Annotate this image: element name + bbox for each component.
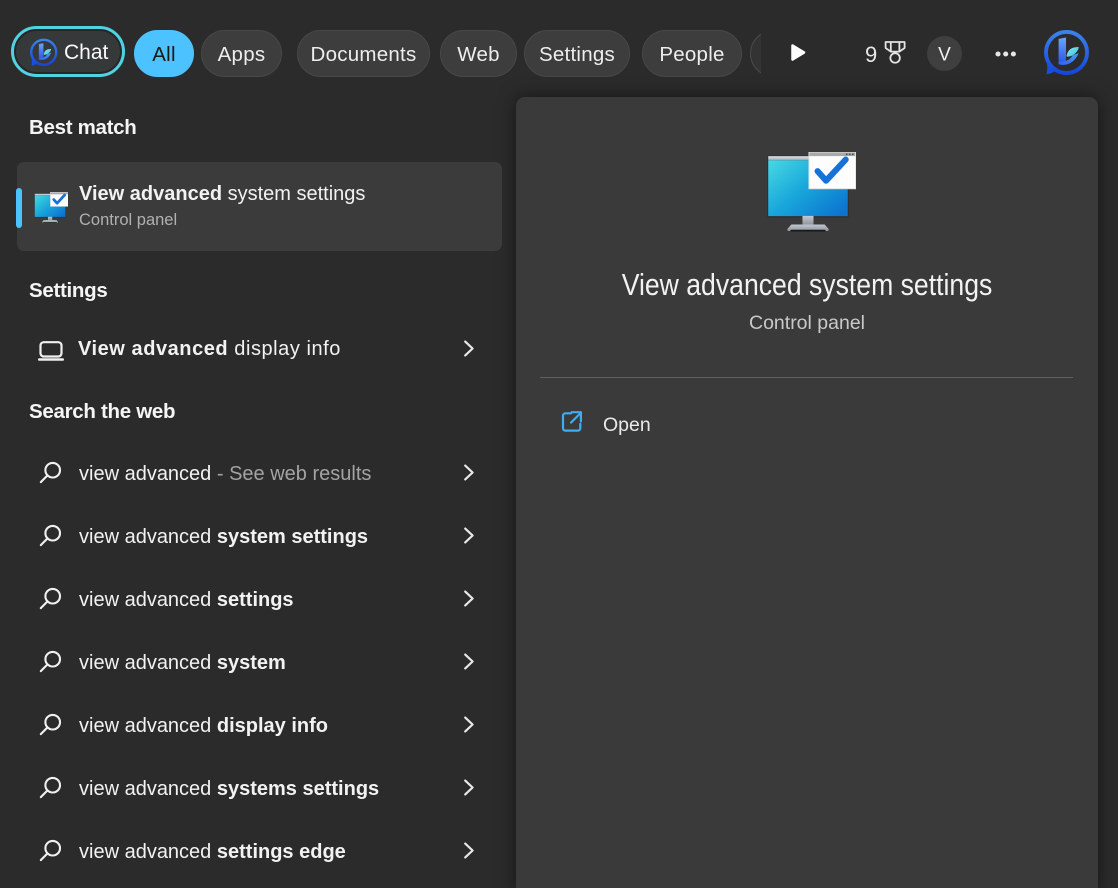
svg-text:V: V xyxy=(938,45,951,66)
